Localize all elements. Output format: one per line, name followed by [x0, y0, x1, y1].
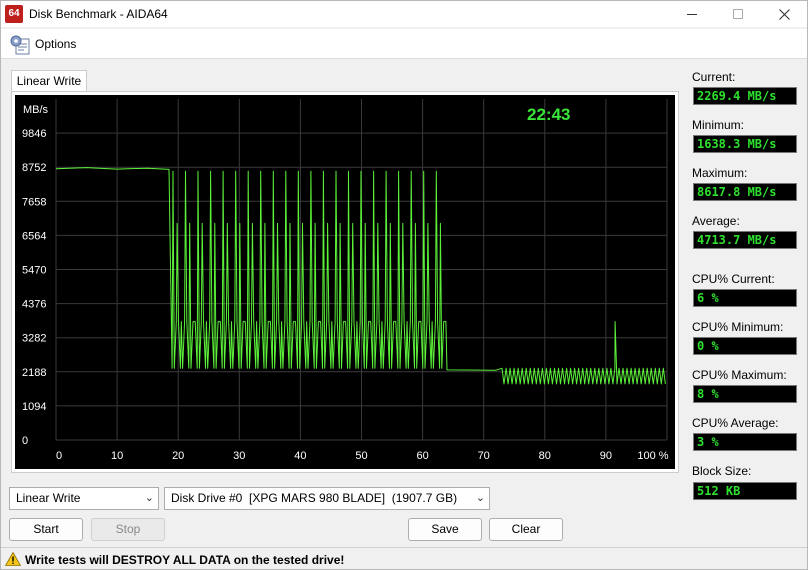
block-size-value: 512 KB [693, 482, 797, 500]
x-tick-label: 50 [355, 450, 367, 462]
title-bar: 64 Disk Benchmark - AIDA64 [1, 1, 807, 27]
minimize-button[interactable] [669, 1, 715, 27]
y-tick-label: 6564 [22, 230, 46, 242]
window-title: Disk Benchmark - AIDA64 [29, 7, 168, 21]
y-tick-label: 7658 [22, 196, 46, 208]
y-tick-label: 3282 [22, 333, 46, 345]
cpu-maximum-value: 8 % [693, 385, 797, 403]
average-label: Average: [692, 214, 740, 228]
test-type-select[interactable]: Linear Write ⌄ [9, 487, 159, 510]
x-tick-label: 30 [233, 450, 245, 462]
close-icon [778, 8, 790, 20]
options-label: Options [35, 37, 77, 51]
drive-value: Disk Drive #0 [XPG MARS 980 BLADE] (1907… [171, 491, 458, 505]
x-tick-label: 40 [294, 450, 306, 462]
block-size-label: Block Size: [692, 464, 752, 478]
maximize-button[interactable] [715, 1, 761, 27]
app-window: 64 Disk Benchmark - AIDA64 Options Linea… [0, 0, 808, 570]
maximum-label: Maximum: [692, 166, 748, 180]
save-button[interactable]: Save [408, 518, 482, 541]
elapsed-timer: 22:43 [527, 105, 570, 124]
x-tick-label: 90 [600, 450, 612, 462]
x-tick-label: 60 [416, 450, 428, 462]
aida64-logo-icon: 64 [5, 5, 23, 23]
close-button[interactable] [761, 1, 807, 27]
menu-bar: Options [1, 29, 807, 59]
minimum-value: 1638.3 MB/s [693, 135, 797, 153]
x-tick-label: 70 [478, 450, 490, 462]
maximize-icon [733, 9, 743, 19]
test-type-value: Linear Write [16, 491, 81, 505]
cpu-maximum-label: CPU% Maximum: [692, 368, 787, 382]
warning-message: Write tests will DESTROY ALL DATA on the… [25, 553, 345, 567]
current-label: Current: [692, 70, 736, 84]
x-tick-label: 10 [111, 450, 123, 462]
cpu-current-value: 6 % [693, 289, 797, 307]
x-tick-labels: 0 10 20 30 40 50 60 70 80 90 100 % [56, 450, 669, 462]
options-icon [10, 35, 30, 55]
tab-linear-write[interactable]: Linear Write [11, 70, 87, 92]
cpu-minimum-value: 0 % [693, 337, 797, 355]
cpu-average-label: CPU% Average: [692, 416, 779, 430]
current-value: 2269.4 MB/s [693, 87, 797, 105]
y-tick-label: 9846 [22, 128, 46, 140]
x-tick-label: 20 [172, 450, 184, 462]
clear-button[interactable]: Clear [489, 518, 563, 541]
benchmark-chart: 0 1094 2188 3282 4376 5470 6564 7658 8752 9846 0 1… [15, 95, 675, 469]
warning-icon [5, 552, 21, 566]
maximum-value: 8617.8 MB/s [693, 183, 797, 201]
stop-button[interactable]: Stop [91, 518, 165, 541]
cpu-average-value: 3 % [693, 433, 797, 451]
y-tick-label: 2188 [22, 367, 46, 379]
x-tick-label: 100 % [637, 450, 668, 462]
y-tick-label: 5470 [22, 265, 46, 277]
cpu-current-label: CPU% Current: [692, 272, 775, 286]
chevron-down-icon: ⌄ [144, 492, 154, 504]
start-button[interactable]: Start [9, 518, 83, 541]
status-bar: Write tests will DESTROY ALL DATA on the… [1, 547, 807, 570]
minimize-icon [687, 13, 697, 15]
drive-select[interactable]: Disk Drive #0 [XPG MARS 980 BLADE] (1907… [164, 487, 490, 510]
y-tick-labels: 0 1094 2188 3282 4376 5470 6564 7658 8752 9846 [22, 128, 46, 447]
series-line [55, 167, 666, 385]
x-tick-label: 0 [56, 450, 62, 462]
cpu-minimum-label: CPU% Minimum: [692, 320, 784, 334]
average-value: 4713.7 MB/s [693, 231, 797, 249]
x-tick-label: 80 [539, 450, 551, 462]
y-tick-label: 1094 [22, 401, 46, 413]
y-tick-label: 8752 [22, 162, 46, 174]
minimum-label: Minimum: [692, 118, 745, 132]
y-axis-label: MB/s [23, 104, 49, 116]
y-tick-label: 0 [22, 435, 28, 447]
chevron-down-icon: ⌄ [475, 492, 485, 504]
y-tick-label: 4376 [22, 299, 46, 311]
